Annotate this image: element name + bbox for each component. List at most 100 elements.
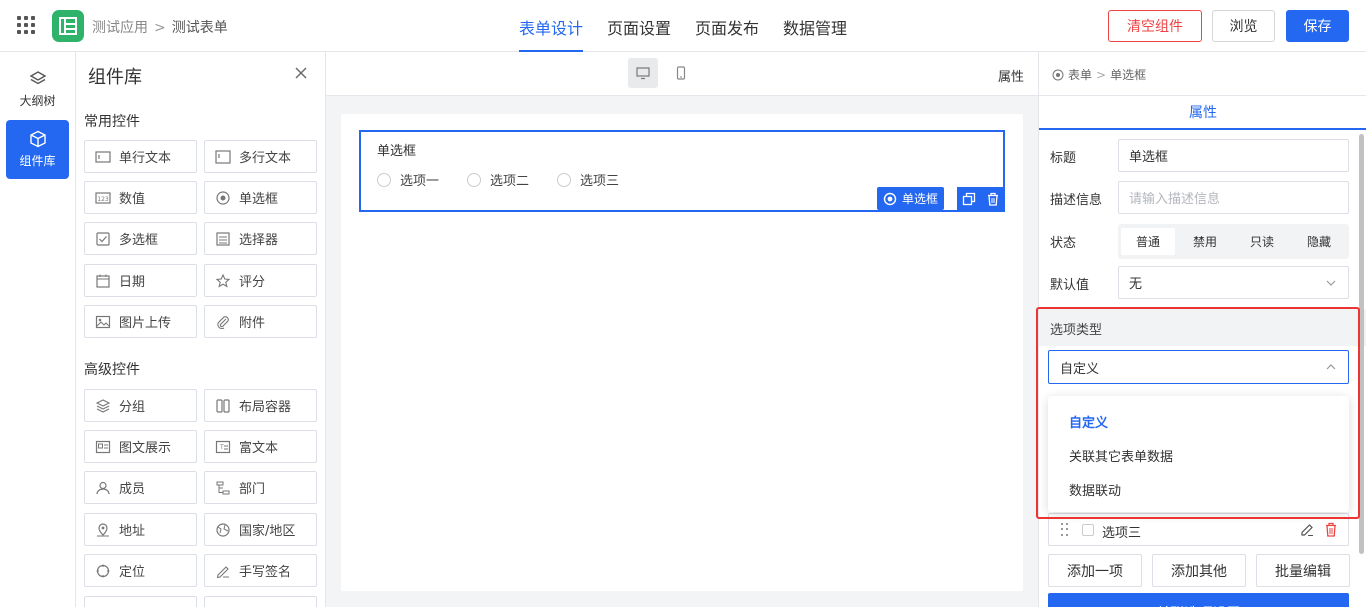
comp-checkbox[interactable]: 多选框 — [84, 222, 197, 255]
comp-single-line-text[interactable]: 单行文本 — [84, 140, 197, 173]
library-title: 组件库 — [88, 67, 142, 88]
rail-outline-tree[interactable]: 大纲树 — [6, 60, 69, 119]
status-segmented: 普通 禁用 只读 隐藏 — [1118, 224, 1349, 259]
status-normal[interactable]: 普通 — [1121, 228, 1175, 255]
field-type-tag[interactable]: 单选框 — [877, 187, 945, 210]
svg-text:T: T — [219, 444, 224, 451]
tab-page-settings[interactable]: 页面设置 — [607, 15, 671, 52]
dropdown-item-data-linkage[interactable]: 数据联动 — [1069, 480, 1121, 499]
radio-option-label: 选项一 — [400, 174, 440, 189]
comp-number[interactable]: 123 数值 — [84, 181, 197, 214]
comp-date[interactable]: 日期 — [84, 264, 197, 297]
comp-address[interactable]: 地址 — [84, 513, 197, 546]
comp-label: 日期 — [119, 275, 146, 290]
status-readonly[interactable]: 只读 — [1235, 228, 1289, 255]
component-library-panel: 组件库 常用控件 单行文本 多行文本 123 数值 单选框 多选框 选择器 日期… — [76, 52, 326, 607]
comp-country-region[interactable]: 国家/地区 — [204, 513, 317, 546]
drag-handle-icon[interactable] — [1061, 523, 1069, 537]
user-icon — [96, 481, 110, 494]
comp-attachment[interactable]: 附件 — [204, 305, 317, 338]
checkbox-icon — [96, 231, 110, 246]
default-value-label: 默认值 — [1050, 278, 1090, 293]
tab-form-design[interactable]: 表单设计 — [519, 15, 584, 52]
batch-edit-button[interactable]: 批量编辑 — [1256, 554, 1350, 587]
comp-rating[interactable]: 评分 — [204, 264, 317, 297]
comp-radio[interactable]: 单选框 — [204, 181, 317, 214]
associated-options-button[interactable]: 关联选项设置 — [1048, 593, 1349, 607]
option-type-select[interactable]: 自定义 — [1048, 350, 1349, 384]
option-type-label: 选项类型 — [1050, 323, 1103, 338]
comp-label: 评分 — [239, 275, 266, 290]
status-hidden[interactable]: 隐藏 — [1292, 228, 1346, 255]
comp-label: 图文展示 — [119, 441, 172, 456]
tab-properties[interactable]: 属性 — [1039, 96, 1366, 130]
chevron-up-icon — [1326, 364, 1336, 370]
comp-selector[interactable]: 选择器 — [204, 222, 317, 255]
comp-image-upload[interactable]: 图片上传 — [84, 305, 197, 338]
comp-label: 地址 — [119, 524, 146, 539]
radio-option[interactable]: 选项二 — [467, 170, 529, 189]
status-disabled[interactable]: 禁用 — [1178, 228, 1232, 255]
default-value-select[interactable]: 无 — [1118, 266, 1349, 299]
comp-label: 单行文本 — [119, 151, 172, 166]
panel-scrollbar[interactable] — [1359, 134, 1364, 554]
comp-partial-row[interactable] — [204, 596, 317, 607]
svg-text:123: 123 — [97, 196, 109, 203]
desktop-view-button[interactable] — [628, 58, 658, 88]
comp-layout-container[interactable]: 布局容器 — [204, 389, 317, 422]
trash-icon[interactable] — [1324, 522, 1338, 537]
radio-option[interactable]: 选项一 — [377, 170, 439, 189]
comp-label: 富文本 — [239, 441, 279, 456]
save-button[interactable]: 保存 — [1286, 10, 1349, 42]
comp-location[interactable]: 定位 — [84, 554, 197, 587]
apps-grid-icon[interactable] — [17, 16, 35, 34]
crumb-separator: > — [1096, 67, 1107, 82]
mobile-view-button[interactable] — [666, 58, 696, 88]
form-canvas: 单选框 选项一 选项二 选项三 单选框 — [341, 114, 1023, 591]
comp-multi-line-text[interactable]: 多行文本 — [204, 140, 317, 173]
dropdown-item-linked-form[interactable]: 关联其它表单数据 — [1069, 446, 1173, 465]
comp-label: 图片上传 — [119, 316, 172, 331]
option-type-dropdown: 自定义 关联其它表单数据 数据联动 — [1048, 396, 1349, 512]
title-input[interactable]: 单选框 — [1118, 139, 1349, 172]
radio-icon — [216, 190, 230, 205]
comp-member[interactable]: 成员 — [84, 471, 197, 504]
radio-circle-icon — [467, 172, 482, 187]
comp-partial-row[interactable] — [84, 596, 197, 607]
add-option-button[interactable]: 添加一项 — [1048, 554, 1142, 587]
comp-department[interactable]: 部门 — [204, 471, 317, 504]
radio-option-label: 选项三 — [580, 174, 620, 189]
dropdown-item-custom[interactable]: 自定义 — [1069, 412, 1108, 431]
comp-label: 成员 — [119, 482, 146, 497]
comp-label: 多选框 — [119, 233, 159, 248]
comp-rich-text[interactable]: T 富文本 — [204, 430, 317, 463]
option-text[interactable]: 选项三 — [1102, 522, 1141, 541]
field-label: 单选框 — [377, 144, 417, 159]
comp-group[interactable]: 分组 — [84, 389, 197, 422]
properties-toggle[interactable]: 属性 — [998, 66, 1024, 85]
option-default-checkbox[interactable] — [1082, 524, 1094, 536]
clear-components-button[interactable]: 清空组件 — [1108, 10, 1202, 42]
map-pin-icon — [97, 522, 109, 536]
rail-library-label: 组件库 — [19, 154, 56, 168]
copy-icon[interactable] — [962, 192, 976, 206]
cube-icon — [29, 130, 46, 148]
add-other-button[interactable]: 添加其他 — [1152, 554, 1246, 587]
tab-data-management[interactable]: 数据管理 — [783, 15, 847, 52]
preview-button[interactable]: 浏览 — [1212, 10, 1275, 42]
comp-signature[interactable]: 手写签名 — [204, 554, 317, 587]
breadcrumb-app[interactable]: 测试应用 — [92, 20, 148, 36]
edit-icon[interactable] — [1300, 523, 1314, 537]
properties-panel: 表单 > 单选框 属性 标题 单选框 描述信息 请输入描述信息 状态 普通 禁用… — [1038, 52, 1366, 607]
breadcrumb-form: 测试表单 — [171, 20, 228, 36]
phone-icon — [676, 66, 686, 80]
radio-option[interactable]: 选项三 — [557, 170, 619, 189]
trash-icon[interactable] — [986, 192, 1000, 206]
comp-image-text[interactable]: 图文展示 — [84, 430, 197, 463]
crumb-form[interactable]: 表单 — [1068, 66, 1092, 83]
rail-component-library[interactable]: 组件库 — [6, 120, 69, 179]
description-input[interactable]: 请输入描述信息 — [1118, 181, 1349, 214]
selected-radio-field[interactable]: 单选框 选项一 选项二 选项三 单选框 — [359, 130, 1005, 212]
close-icon[interactable] — [294, 66, 308, 80]
tab-page-publish[interactable]: 页面发布 — [695, 15, 759, 52]
